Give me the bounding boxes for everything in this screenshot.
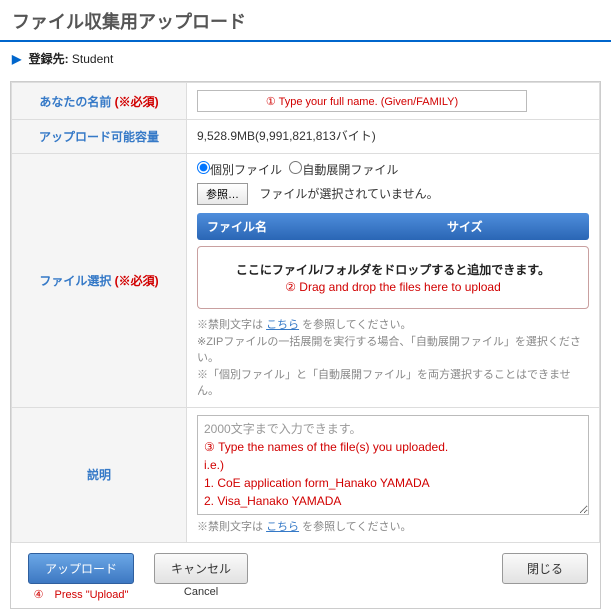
desc-placeholder: 2000文字まで入力できます。 [204, 422, 362, 436]
name-input[interactable]: ① Type your full name. (Given/FAMILY) [197, 90, 527, 112]
hint1-suffix: を参照してください。 [299, 319, 411, 331]
form-panel: あなたの名前 (※必須) ① Type your full name. (Giv… [10, 81, 601, 609]
capacity-label: アップロード可能容量 [39, 130, 159, 144]
browse-button[interactable]: 参照… [197, 183, 248, 205]
desc-hint: ※禁則文字は こちら を参照してください。 [197, 519, 589, 536]
destination-label: 登録先: [29, 52, 69, 66]
radio-individual-label: 個別ファイル [210, 163, 282, 177]
desc-label: 説明 [87, 468, 111, 482]
browse-row: 参照… ファイルが選択されていません。 [197, 183, 589, 205]
file-list-header: ファイル名 サイズ [197, 213, 589, 240]
radio-auto-label: 自動展開ファイル [302, 163, 398, 177]
drop-text-jp: ここにファイル/フォルダをドロップすると追加できます。 [206, 261, 580, 278]
desc-hint-link[interactable]: こちら [266, 521, 299, 533]
radio-individual-input[interactable] [197, 161, 210, 174]
file-value-cell: 個別ファイル 自動展開ファイル 参照… ファイルが選択されていません。 ファイル… [187, 154, 600, 408]
desc-line4: 2. Visa_Hanako YAMADA [204, 494, 341, 508]
file-col-name: ファイル名 [197, 213, 437, 240]
name-required: (※必須) [115, 95, 159, 109]
file-col-size: サイズ [437, 213, 589, 240]
file-hints: ※禁則文字は こちら を参照してください。 ※ZIPファイルの一括展開を実行する… [197, 317, 589, 400]
file-label-cell: ファイル選択 (※必須) [12, 154, 187, 408]
arrow-icon: ▶ [12, 52, 21, 66]
capacity-label-cell: アップロード可能容量 [12, 120, 187, 154]
destination-value: Student [72, 52, 113, 66]
capacity-value-cell: 9,528.9MB(9,991,821,813バイト) [187, 120, 600, 154]
desc-line5: 3. passport_Hanako YAMADA [204, 512, 364, 515]
upload-caption: ④ Press "Upload" [34, 586, 129, 602]
file-drop-zone[interactable]: ここにファイル/フォルダをドロップすると追加できます。 ② Drag and d… [197, 246, 589, 309]
desc-hint-suffix: を参照してください。 [299, 521, 411, 533]
desc-label-cell: 説明 [12, 407, 187, 543]
button-row: アップロード ④ Press "Upload" キャンセル Cancel 閉じる [11, 543, 600, 608]
no-file-text: ファイルが選択されていません。 [259, 187, 438, 201]
file-required: (※必須) [115, 274, 159, 288]
destination-row: ▶ 登録先: Student [0, 42, 611, 75]
radio-auto-input[interactable] [289, 161, 302, 174]
desc-line3: 1. CoE application form_Hanako YAMADA [204, 476, 430, 490]
radio-individual[interactable]: 個別ファイル [197, 163, 282, 177]
hint2: ※ZIPファイルの一括展開を実行する場合、「自動展開ファイル」を選択ください。 [197, 334, 589, 367]
desc-line2: i.e.) [204, 458, 224, 472]
cancel-caption: Cancel [184, 586, 218, 598]
form-table: あなたの名前 (※必須) ① Type your full name. (Giv… [11, 82, 600, 543]
drop-text-en: ② Drag and drop the files here to upload [206, 280, 580, 294]
description-textarea[interactable]: 2000文字まで入力できます。 ③ Type the names of the … [197, 415, 589, 515]
hint1-prefix: ※禁則文字は [197, 319, 266, 331]
hint1-link[interactable]: こちら [266, 319, 299, 331]
hint3: ※「個別ファイル」と「自動展開ファイル」を両方選択することはできません。 [197, 367, 589, 400]
name-label: あなたの名前 [39, 95, 111, 109]
radio-auto[interactable]: 自動展開ファイル [289, 163, 398, 177]
desc-hint-prefix: ※禁則文字は [197, 521, 266, 533]
name-label-cell: あなたの名前 (※必須) [12, 83, 187, 120]
file-radio-row: 個別ファイル 自動展開ファイル [197, 161, 589, 178]
name-value-cell: ① Type your full name. (Given/FAMILY) [187, 83, 600, 120]
desc-line1: ③ Type the names of the file(s) you uplo… [204, 440, 448, 454]
page-title: ファイル収集用アップロード [0, 0, 611, 42]
file-label: ファイル選択 [39, 274, 111, 288]
desc-value-cell: 2000文字まで入力できます。 ③ Type the names of the … [187, 407, 600, 543]
capacity-value: 9,528.9MB(9,991,821,813バイト) [197, 129, 376, 143]
